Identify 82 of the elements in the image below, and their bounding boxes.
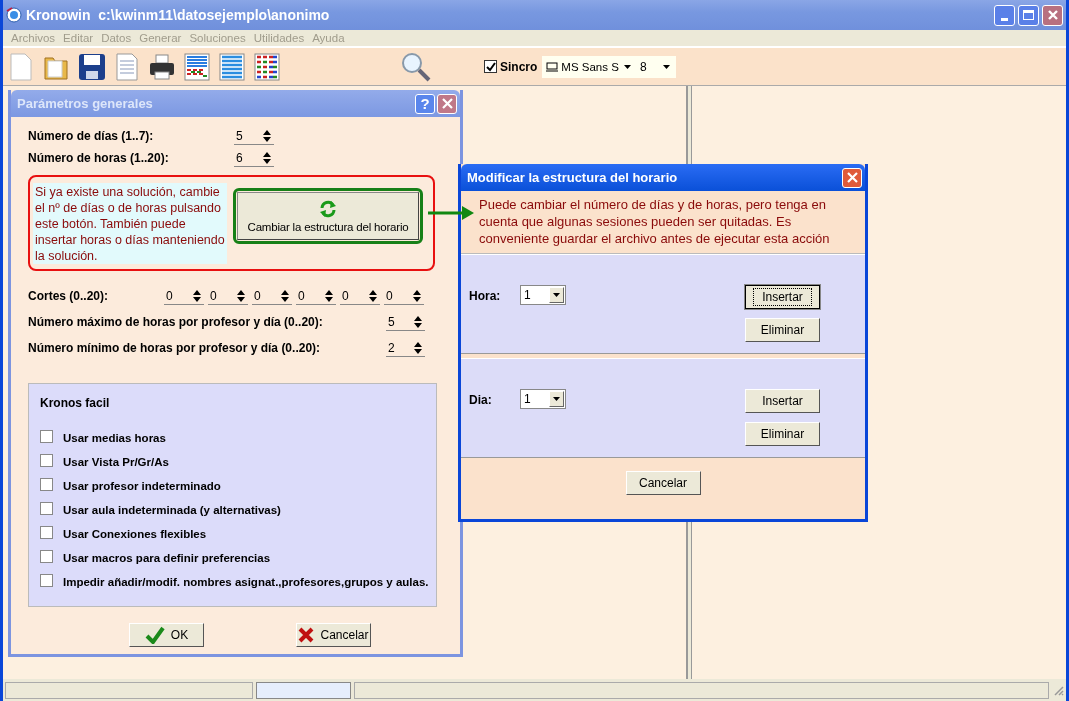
resize-grip-icon — [1052, 684, 1064, 696]
checkbox-label: Sincro — [500, 59, 538, 74]
dialog-title: Parámetros generales — [17, 96, 153, 111]
action-button[interactable]: Eliminar — [745, 422, 820, 446]
action-button[interactable]: Eliminar — [745, 318, 820, 342]
dropdown[interactable]: 1 — [520, 285, 566, 305]
checkbox[interactable] — [40, 453, 53, 467]
up-down-arrows-icon — [369, 289, 377, 302]
spin-field[interactable]: 5 — [386, 313, 425, 331]
up-down-arrows-icon — [325, 289, 333, 302]
checkbox-label: Usar macros para definir preferencias — [63, 552, 271, 564]
up-down-arrows-icon — [413, 289, 421, 302]
field-label: Número de horas (1..20): — [28, 151, 170, 165]
checkmark-icon — [144, 626, 165, 644]
close-icon — [441, 98, 453, 109]
ok-button[interactable]: OK — [129, 623, 204, 647]
close-button[interactable] — [1042, 4, 1063, 26]
search-icon[interactable] — [400, 50, 432, 83]
checkbox-label: Usar Conexiones flexibles — [63, 528, 207, 540]
close-icon — [846, 172, 858, 183]
up-down-arrows-icon — [263, 151, 271, 164]
size-dropdown[interactable]: 8 — [639, 59, 660, 74]
checkbox[interactable] — [40, 477, 53, 491]
checkbox-label: Usar Vista Pr/Gr/As — [63, 456, 169, 468]
dialog-title: Modificar la estructura del horario — [467, 170, 678, 185]
caret-icon — [662, 64, 670, 69]
caret-icon — [623, 64, 631, 69]
window-title: Kronowin c:\kwinm11\datosejemplo\anonimo — [26, 7, 331, 23]
field-label: Número máximo de horas por profesor y día (0..20): — [28, 315, 324, 329]
connector-arrow — [428, 206, 476, 220]
app-logo-icon — [6, 7, 22, 23]
checkbox[interactable] — [40, 573, 53, 587]
spin-field[interactable]: 0 — [252, 287, 292, 305]
checkbox-label: Usar aula indeterminada (y alternativas) — [63, 504, 281, 516]
up-down-arrows-icon — [281, 289, 289, 302]
printer-icon[interactable] — [147, 51, 177, 82]
field-label: Hora: — [469, 289, 502, 303]
refresh-icon — [319, 199, 337, 218]
checkbox-label: Usar medias horas — [63, 432, 166, 444]
caret-icon — [553, 397, 560, 401]
up-down-arrows-icon — [414, 341, 422, 354]
spin-field[interactable]: 0 — [384, 287, 424, 305]
list-table-icon[interactable] — [217, 51, 247, 82]
change-structure-button[interactable]: Cambiar la estructura del horario — [237, 192, 419, 240]
action-button[interactable]: Insertar — [745, 389, 820, 413]
caret-icon — [553, 293, 560, 297]
cancel-button[interactable]: Cancelar — [625, 471, 701, 495]
maximize-button[interactable] — [1018, 4, 1039, 26]
field-label: Cortes (0..20): — [28, 289, 110, 303]
field-label: Número de días (1..7): — [28, 129, 155, 143]
info-text: Si ya existe una solución, cambie el nº de días o de horas pulsando este botón. También puede insertar horas o días manteniendo la solución. — [33, 182, 227, 264]
checkbox[interactable] — [40, 549, 53, 563]
up-down-arrows-icon — [193, 289, 201, 302]
up-down-arrows-icon — [237, 289, 245, 302]
font-dropdown[interactable]: MS Sans S — [561, 60, 621, 73]
spin-field[interactable]: 2 — [386, 339, 425, 357]
checkbox[interactable] — [40, 429, 53, 443]
x-mark-icon — [298, 627, 315, 643]
minimize-button[interactable] — [994, 4, 1015, 26]
checkbox[interactable] — [484, 60, 497, 73]
dropdown[interactable]: 1 — [520, 389, 566, 409]
checkbox-label: Usar profesor indeterminado — [63, 480, 221, 492]
spin-field[interactable]: 0 — [340, 287, 380, 305]
close-button[interactable] — [842, 167, 862, 188]
spin-field[interactable]: 5 — [234, 127, 274, 145]
color-grid-icon[interactable] — [252, 51, 282, 82]
up-down-arrows-icon — [414, 315, 422, 328]
grid-table-icon[interactable] — [182, 51, 212, 82]
up-down-arrows-icon — [263, 129, 271, 142]
field-label: Número mínimo de horas por profesor y día (0..20): — [28, 341, 322, 355]
checkbox[interactable] — [40, 525, 53, 539]
checkbox-label: Impedir añadir/modif. nombres asignat.,profesores,grupos y aulas. — [63, 576, 429, 588]
cancel-button[interactable]: Cancelar — [296, 623, 371, 647]
checkbox[interactable] — [40, 501, 53, 515]
close-icon — [1046, 9, 1059, 21]
spin-field[interactable]: 0 — [164, 287, 204, 305]
spin-field[interactable]: 6 — [234, 149, 274, 167]
panel-title: Kronos facil — [40, 396, 111, 410]
action-button[interactable]: Insertar — [745, 285, 820, 309]
spin-field[interactable]: 0 — [296, 287, 336, 305]
field-label: Dia: — [469, 393, 493, 407]
spin-field[interactable]: 0 — [208, 287, 248, 305]
